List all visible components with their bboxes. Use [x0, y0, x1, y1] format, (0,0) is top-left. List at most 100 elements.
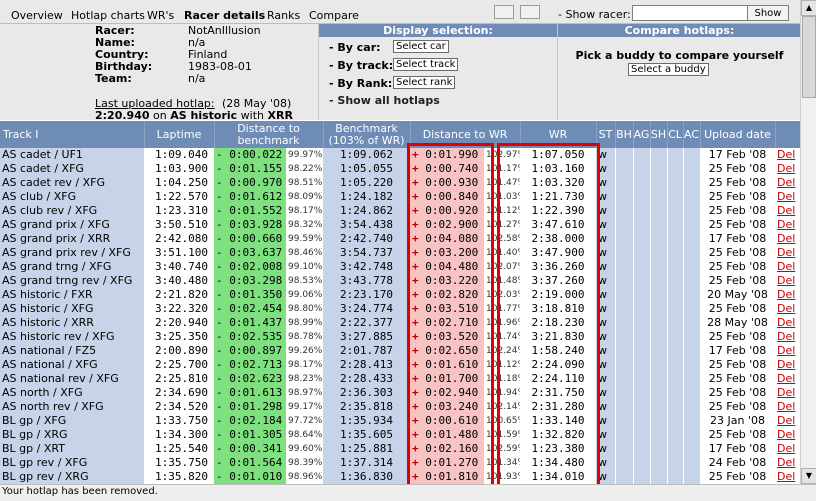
delete-link[interactable]: Del	[775, 288, 801, 302]
scroll-thumb[interactable]	[802, 16, 816, 98]
upload-date-cell: 25 Feb '08	[700, 386, 776, 400]
benchmark-percent-cell: 97.72%	[286, 414, 324, 428]
ag-cell	[632, 372, 651, 386]
select-track-button[interactable]: Select track	[393, 58, 459, 71]
bh-cell	[614, 414, 634, 428]
track-cell: AS grand trng rev / XFG	[0, 274, 144, 288]
col-track-header[interactable]: Track I	[0, 121, 145, 148]
ag-cell	[632, 428, 651, 442]
select-car-button[interactable]: Select car	[393, 40, 449, 53]
show-all-hotlaps-link[interactable]: - Show all hotlaps	[329, 94, 440, 107]
nav-ranks[interactable]: Ranks	[267, 9, 300, 22]
nav-wrs[interactable]: WR's	[147, 9, 174, 22]
distance-wr-cell: + 0:01.810	[410, 470, 485, 484]
track-cell: AS national rev / XFG	[0, 372, 144, 386]
nav-overview[interactable]: Overview	[11, 9, 63, 22]
delete-link[interactable]: Del	[775, 148, 801, 162]
ac-cell	[682, 260, 701, 274]
ag-cell	[632, 288, 651, 302]
benchmark-percent-cell: 98.23%	[286, 372, 324, 386]
scroll-up-arrow-icon[interactable]: ▲	[801, 0, 816, 16]
select-buddy-button[interactable]: Select a buddy	[628, 63, 709, 76]
table-row: AS grand prix rev / XFG 3:51.100- 0:03.63…	[0, 246, 801, 260]
upload-date-cell: 25 Feb '08	[700, 246, 776, 260]
benchmark-percent-cell: 99.26%	[286, 344, 324, 358]
table-row: AS historic / XRR 2:20.940- 0:01.437 98.99…	[0, 316, 801, 330]
ac-cell	[682, 232, 701, 246]
col-bh-header[interactable]: BH	[615, 121, 634, 148]
benchmark-cell: 3:54.737	[323, 246, 411, 260]
benchmark-cell: 1:05.055	[323, 162, 411, 176]
col-wr-header[interactable]: WR	[520, 121, 597, 148]
select-rank-button[interactable]: Select rank	[393, 76, 456, 89]
upload-date-cell: 25 Feb '08	[700, 218, 776, 232]
col-ag-header[interactable]: AG	[633, 121, 651, 148]
track-cell: AS historic / XRR	[0, 316, 144, 330]
scroll-down-arrow-icon[interactable]: ▼	[801, 468, 816, 484]
delete-link[interactable]: Del	[775, 400, 801, 414]
upload-date-cell: 25 Feb '08	[700, 190, 776, 204]
delete-link[interactable]: Del	[775, 456, 801, 470]
col-sh-header[interactable]: SH	[650, 121, 668, 148]
col-laptime-header[interactable]: Laptime	[144, 121, 215, 148]
delete-link[interactable]: Del	[775, 190, 801, 204]
distance-benchmark-cell: - 0:02.454	[214, 302, 286, 316]
distance-benchmark-cell: - 0:00.341	[214, 442, 286, 456]
delete-link[interactable]: Del	[775, 344, 801, 358]
benchmark-cell: 3:42.748	[323, 260, 411, 274]
delete-link[interactable]: Del	[775, 218, 801, 232]
delete-link[interactable]: Del	[775, 260, 801, 274]
col-upload-header[interactable]: Upload date	[700, 121, 776, 148]
track-cell: BL gp / XRT	[0, 442, 144, 456]
delete-link[interactable]: Del	[775, 246, 801, 260]
col-dist-wr-header[interactable]: Distance to WR	[410, 121, 521, 148]
wr-percent-cell: 101.93%	[484, 470, 521, 484]
nav-racer-details[interactable]: Racer details	[184, 9, 265, 22]
delete-link[interactable]: Del	[775, 274, 801, 288]
cl-cell	[666, 344, 684, 358]
ag-cell	[632, 190, 651, 204]
distance-wr-cell: + 0:00.920	[410, 204, 485, 218]
delete-link[interactable]: Del	[775, 358, 801, 372]
table-row: AS club / XFG 1:22.570- 0:01.612 98.09% 1:2…	[0, 190, 801, 204]
delete-link[interactable]: Del	[775, 442, 801, 456]
benchmark-percent-cell: 98.17%	[286, 204, 324, 218]
wr-percent-cell: 102.97%	[484, 148, 521, 162]
show-racer-button[interactable]: Show	[747, 5, 789, 21]
distance-wr-cell: + 0:03.520	[410, 330, 485, 344]
delete-link[interactable]: Del	[775, 414, 801, 428]
col-bench-header[interactable]: Benchmark (103% of WR)	[323, 121, 411, 148]
delete-link[interactable]: Del	[775, 428, 801, 442]
delete-link[interactable]: Del	[775, 176, 801, 190]
delete-link[interactable]: Del	[775, 386, 801, 400]
nav-hotlap-charts[interactable]: Hotlap charts	[71, 9, 145, 22]
page-scrollbar[interactable]: ▲ ▼	[800, 0, 816, 484]
bh-cell	[614, 274, 634, 288]
bh-cell	[614, 386, 634, 400]
col-del-header	[775, 121, 801, 148]
delete-link[interactable]: Del	[775, 470, 801, 484]
bh-cell	[614, 204, 634, 218]
track-cell: BL gp / XRG	[0, 428, 144, 442]
delete-link[interactable]: Del	[775, 302, 801, 316]
distance-wr-cell: + 0:01.700	[410, 372, 485, 386]
delete-link[interactable]: Del	[775, 204, 801, 218]
delete-link[interactable]: Del	[775, 316, 801, 330]
col-dist-bench-header[interactable]: Distance to benchmark	[214, 121, 324, 148]
benchmark-percent-cell: 98.22%	[286, 162, 324, 176]
col-st-header[interactable]: ST	[596, 121, 616, 148]
distance-wr-cell: + 0:01.990	[410, 148, 485, 162]
bh-cell	[614, 148, 634, 162]
col-cl-header[interactable]: CL	[667, 121, 684, 148]
delete-link[interactable]: Del	[775, 162, 801, 176]
st-cell: w	[596, 148, 616, 162]
nav-compare[interactable]: Compare	[309, 9, 359, 22]
upload-date-cell: 17 Feb '08	[700, 148, 776, 162]
benchmark-cell: 2:42.740	[323, 232, 411, 246]
delete-link[interactable]: Del	[775, 232, 801, 246]
bh-cell	[614, 190, 634, 204]
delete-link[interactable]: Del	[775, 372, 801, 386]
distance-benchmark-cell: - 0:01.010	[214, 470, 286, 484]
delete-link[interactable]: Del	[775, 330, 801, 344]
col-ac-header[interactable]: AC	[683, 121, 701, 148]
